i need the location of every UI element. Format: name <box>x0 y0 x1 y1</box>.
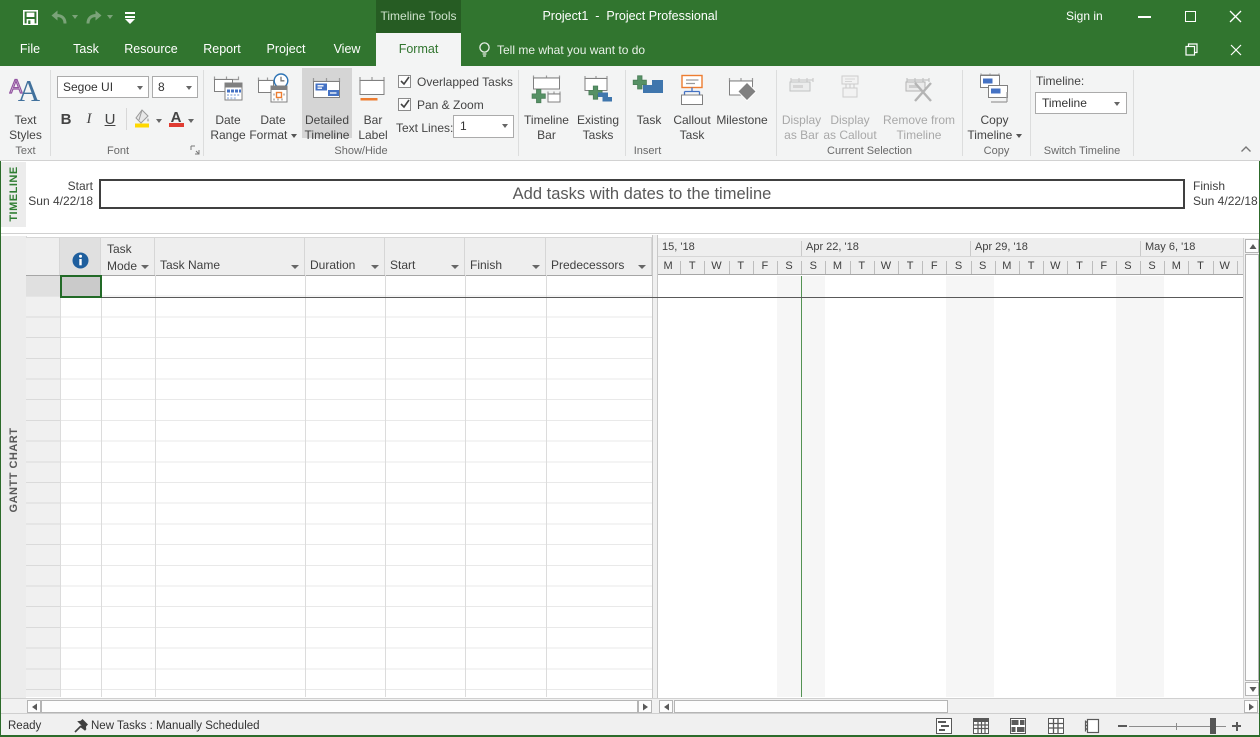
svg-text:A: A <box>17 73 40 107</box>
